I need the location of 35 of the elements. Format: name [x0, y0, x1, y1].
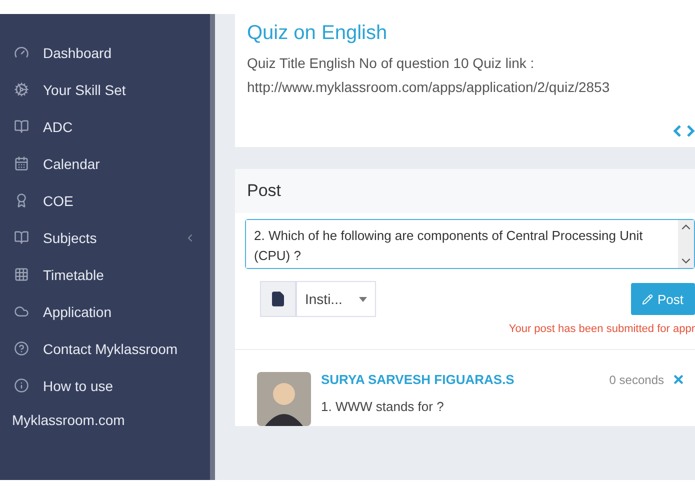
avatar-silhouette: [257, 372, 311, 426]
status-message: Your post has been submitted for appr: [235, 317, 695, 350]
audience-dropdown[interactable]: Insti...: [296, 281, 376, 317]
grid-icon: [14, 267, 29, 282]
calendar-icon: [14, 156, 29, 171]
sidebar-item[interactable]: Contact Myklassroom: [0, 330, 210, 367]
award-icon: [14, 193, 29, 208]
close-icon[interactable]: [672, 372, 685, 386]
post-input-field[interactable]: 2. Which of he following are components of Central Processing Unit (CPU) ?: [245, 219, 695, 269]
sidebar-item[interactable]: Subjects: [0, 219, 210, 256]
quiz-title: Quiz on English: [246, 21, 388, 46]
sidebar-item[interactable]: Your Skill Set: [0, 71, 210, 108]
sidebar-item[interactable]: COE: [0, 182, 210, 219]
help-icon: [14, 341, 29, 356]
site-name: Myklassroom.com: [11, 411, 126, 430]
post-text: 1. WWW stands for ?: [321, 399, 445, 414]
file-icon: [270, 291, 286, 307]
book-icon: [14, 119, 29, 134]
sidebar-item[interactable]: Application: [0, 293, 210, 330]
sidebar-item[interactable]: Timetable: [0, 256, 210, 293]
sidebar-item[interactable]: Dashboard: [0, 34, 210, 71]
info-icon: [14, 378, 29, 393]
sidebar-item[interactable]: Calendar: [0, 145, 210, 182]
book-icon: [14, 230, 29, 245]
prev-next-icon[interactable]: [673, 125, 695, 137]
post-time: 0 seconds: [609, 372, 664, 386]
sidebar-item[interactable]: ADC: [0, 108, 210, 145]
cloud-icon: [14, 304, 29, 319]
caret-icon: [359, 296, 367, 302]
file-button[interactable]: [260, 281, 296, 317]
sidebar-item[interactable]: How to use: [0, 367, 210, 404]
quiz-info: Quiz Title English No of question 10 Quiz link :: [246, 54, 536, 73]
post-heading: Post: [235, 169, 695, 213]
pencil-icon: [642, 294, 654, 304]
gauge-icon: [14, 45, 29, 60]
